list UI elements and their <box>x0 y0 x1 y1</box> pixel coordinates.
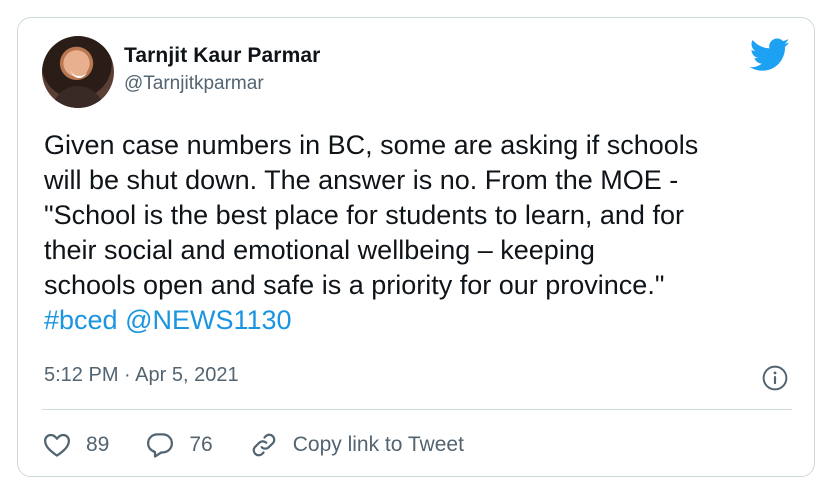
like-button[interactable]: 89 <box>42 430 109 460</box>
copy-link-label: Copy link to Tweet <box>292 433 464 456</box>
author-name[interactable]: Tarnjit Kaur Parmar <box>124 44 320 68</box>
tweet-line: their social and emotional wellbeing – k… <box>44 235 595 265</box>
tweet-tags-line: #bced @NEWS1130 <box>44 303 804 338</box>
reply-count: 76 <box>189 433 213 456</box>
tweet-actions: 89 76 Copy link to Tweet <box>42 427 500 463</box>
author-handle[interactable]: @Tarnjitkparmar <box>124 73 264 95</box>
avatar[interactable] <box>42 36 114 108</box>
heart-icon <box>44 433 70 457</box>
reply-icon <box>147 433 174 458</box>
tweet-line: Given case numbers in BC, some are askin… <box>44 130 699 160</box>
tweet-timestamp[interactable]: 5:12 PM · Apr 5, 2021 <box>44 364 239 387</box>
tweet-line: schools open and safe is a priority for … <box>44 270 665 300</box>
link-icon <box>252 433 276 457</box>
avatar-shoulder <box>52 86 104 108</box>
twitter-bird-icon[interactable] <box>750 38 790 72</box>
info-icon[interactable] <box>762 365 788 391</box>
divider <box>42 409 792 410</box>
copy-link-button[interactable]: Copy link to Tweet <box>249 430 464 460</box>
tweet-line: will be shut down. The answer is no. Fro… <box>44 165 679 195</box>
avatar-face <box>71 69 87 78</box>
mention-link[interactable]: @NEWS1130 <box>125 305 291 335</box>
reply-button[interactable]: 76 <box>145 430 213 460</box>
tweet-line: "School is the best place for students t… <box>44 200 684 230</box>
tweet-card[interactable]: Tarnjit Kaur Parmar @Tarnjitkparmar Give… <box>17 17 815 477</box>
hashtag-link[interactable]: #bced <box>44 305 118 335</box>
like-count: 89 <box>86 433 110 456</box>
tweet-text: Given case numbers in BC, some are askin… <box>44 128 804 338</box>
